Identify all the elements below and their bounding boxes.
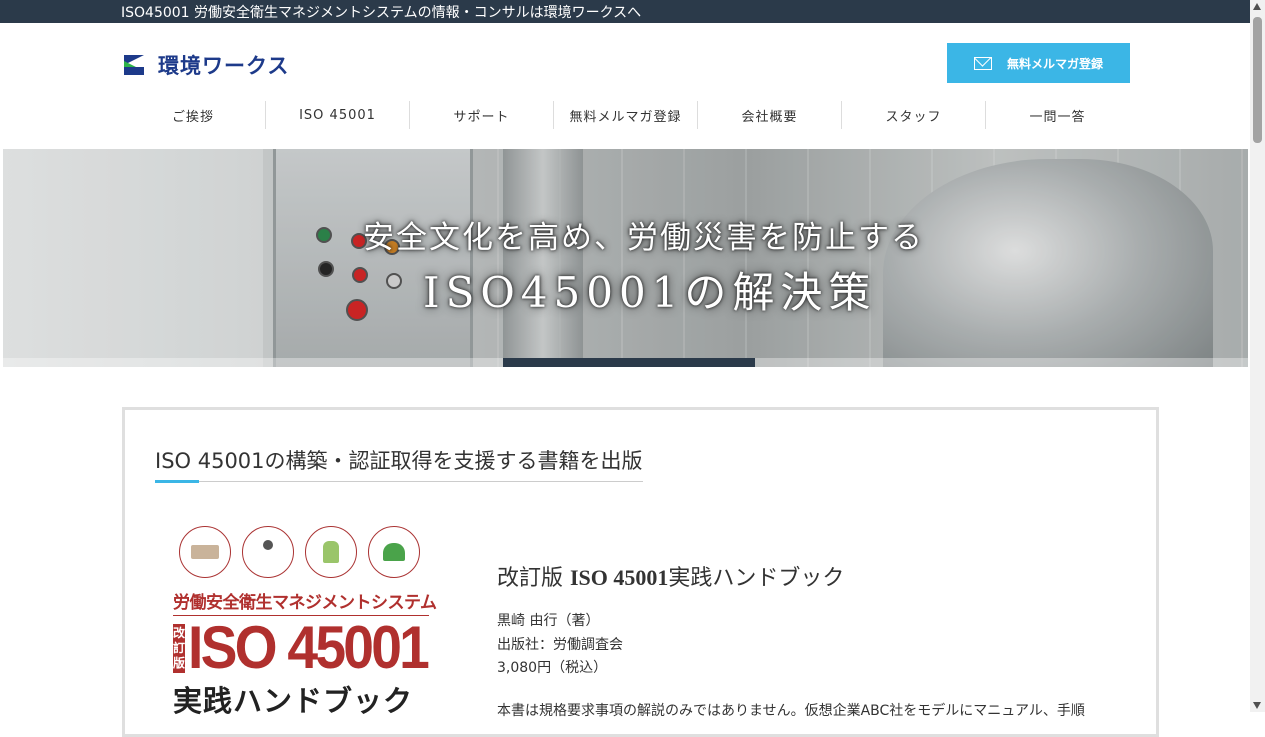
page-scrollbar[interactable] [1250,0,1265,712]
newsletter-signup-label: 無料メルマガ登録 [1006,56,1103,71]
section-heading: ISO 45001の構築・認証取得を支援する書籍を出版 [155,445,643,483]
slider-progress[interactable] [3,358,1248,367]
book-author: 黒崎 由行（著） [497,613,600,629]
hero-slider[interactable]: 安全文化を高め、労働災害を防止する ISO45001の解決策 [3,149,1248,367]
worker-icon [305,526,357,578]
health-heart-icon [368,526,420,578]
truck-icon [179,526,231,578]
book-meta: 黒崎 由行（著） 出版社：労働調査会 3,080円（税込） [497,610,623,681]
hero-title: ISO45001の解決策 [423,268,877,317]
nav-item-qa[interactable]: 一問一答 [985,101,1129,129]
hero-tagline: 安全文化を高め、労働災害を防止する [363,220,924,256]
nav-item-staff[interactable]: スタッフ [841,101,985,129]
scroll-down-icon[interactable] [1253,702,1261,709]
newsletter-signup-button[interactable]: 無料メルマガ登録 [947,43,1130,83]
scrollbar-thumb[interactable] [1253,17,1262,143]
book-description: 本書は規格要求事項の解説のみではありません。仮想企業ABC社をモデルにマニュアル… [497,703,1085,719]
mail-icon [973,56,992,70]
top-info-bar: ISO45001 労働安全衛生マネジメントシステムの情報・コンサルは環境ワークス… [0,0,1250,23]
hero-overlay [3,149,1248,367]
global-nav: ご挨拶 ISO 45001 サポート 無料メルマガ登録 会社概要 スタッフ 一問… [121,101,1129,129]
book-cover-image[interactable]: 労働安全衛生マネジメントシステム 改訂版 ISO 45001 実践ハンドブック [173,526,437,726]
nav-item-support[interactable]: サポート [409,101,553,129]
fall-hazard-icon [242,526,294,578]
cover-title: ISO 45001 [188,614,430,681]
slider-active-indicator[interactable] [503,358,755,367]
scroll-up-icon[interactable] [1253,3,1261,10]
top-info-text: ISO45001 労働安全衛生マネジメントシステムの情報・コンサルは環境ワークス… [121,5,642,21]
nav-item-newsletter[interactable]: 無料メルマガ登録 [553,101,697,129]
logo-icon [124,55,144,75]
book-price: 3,080円（税込） [497,660,608,676]
book-title-suffix: 実践ハンドブック [668,566,845,591]
site-logo[interactable]: 環境ワークス [124,50,289,80]
nav-item-iso45001[interactable]: ISO 45001 [265,101,409,129]
nav-item-company[interactable]: 会社概要 [697,101,841,129]
cover-subtitle: 労働安全衛生マネジメントシステム [173,593,437,613]
book-title[interactable]: 改訂版 ISO 45001実践ハンドブック [497,560,844,592]
book-publisher: 出版社：労働調査会 [497,636,623,653]
book-section: ISO 45001の構築・認証取得を支援する書籍を出版 労働安全衛生マネジメント… [122,407,1159,737]
cover-edition-mark: 改訂版 [173,623,186,673]
book-title-prefix: 改訂版 [497,566,570,591]
nav-item-greeting[interactable]: ご挨拶 [121,101,265,129]
cover-title-bottom: 実践ハンドブック [173,684,414,718]
logo-text: 環境ワークス [158,54,290,78]
book-title-main: ISO 45001 [570,565,669,590]
